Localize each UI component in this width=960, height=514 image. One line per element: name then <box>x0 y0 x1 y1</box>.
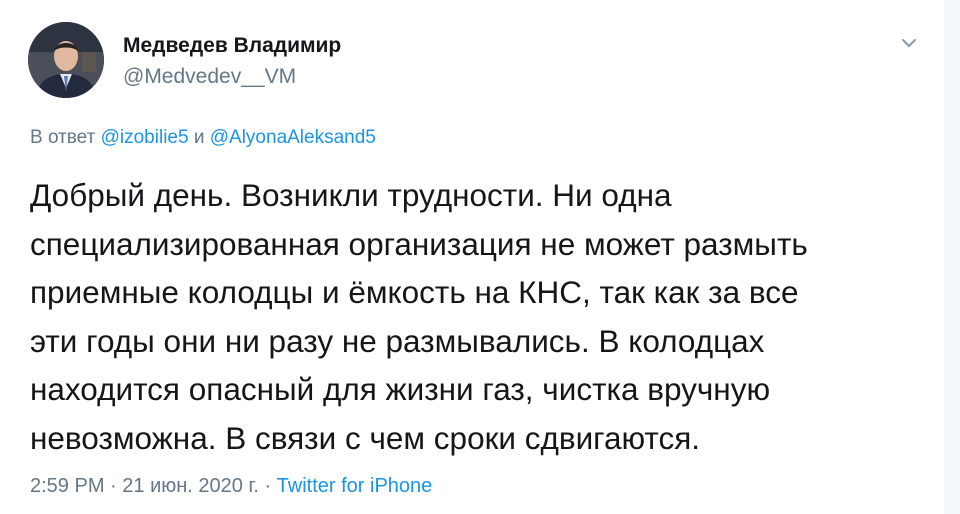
tweet-text-line: невозможна. В связи с чем сроки сдвигают… <box>30 419 701 456</box>
tweet-text-line: эти годы они ни разу не размывались. В к… <box>30 322 765 359</box>
reply-mention-izobilie5[interactable]: @izobilie5 <box>101 127 189 148</box>
reply-conjunction: и <box>193 127 205 148</box>
tweet-date[interactable]: 21 июн. 2020 г. <box>122 475 259 497</box>
meta-separator: · <box>110 475 117 497</box>
author-display-name[interactable]: Медведев Владимир <box>123 34 341 58</box>
author-handle[interactable]: @Medvedev__VM <box>123 65 296 89</box>
reply-prefix: В ответ <box>30 127 96 148</box>
meta-separator: · <box>264 475 272 497</box>
tweet-text-line: специализированная организация не может … <box>30 225 808 262</box>
tweet-text-line: приемные колодцы и ёмкость на КНС, так к… <box>30 274 799 310</box>
reply-mention-alyonaaleksand5[interactable]: @AlyonaAleksand5 <box>210 127 376 148</box>
scrollbar[interactable] <box>944 0 960 514</box>
chevron-down-icon[interactable] <box>896 33 922 53</box>
tweet-meta: 2:59 PM · 21 июн. 2020 г. · Twitter for … <box>30 475 432 498</box>
tweet-text: Добрый день. Возникли трудности. Ни одна… <box>30 171 935 462</box>
reply-context: В ответ @izobilie5 и @AlyonaAleksand5 <box>30 127 376 149</box>
avatar[interactable] <box>28 22 104 98</box>
tweet-text-line: находится опасный для жизни газ, чистка … <box>30 371 771 407</box>
tweet-time[interactable]: 2:59 PM <box>30 475 104 497</box>
tweet-text-line: Добрый день. Возникли трудности. Ни одна <box>30 177 672 213</box>
tweet-source-link[interactable]: Twitter for iPhone <box>277 475 433 497</box>
tweet-card: Медведев Владимир @Medvedev__VM В ответ … <box>0 0 960 514</box>
